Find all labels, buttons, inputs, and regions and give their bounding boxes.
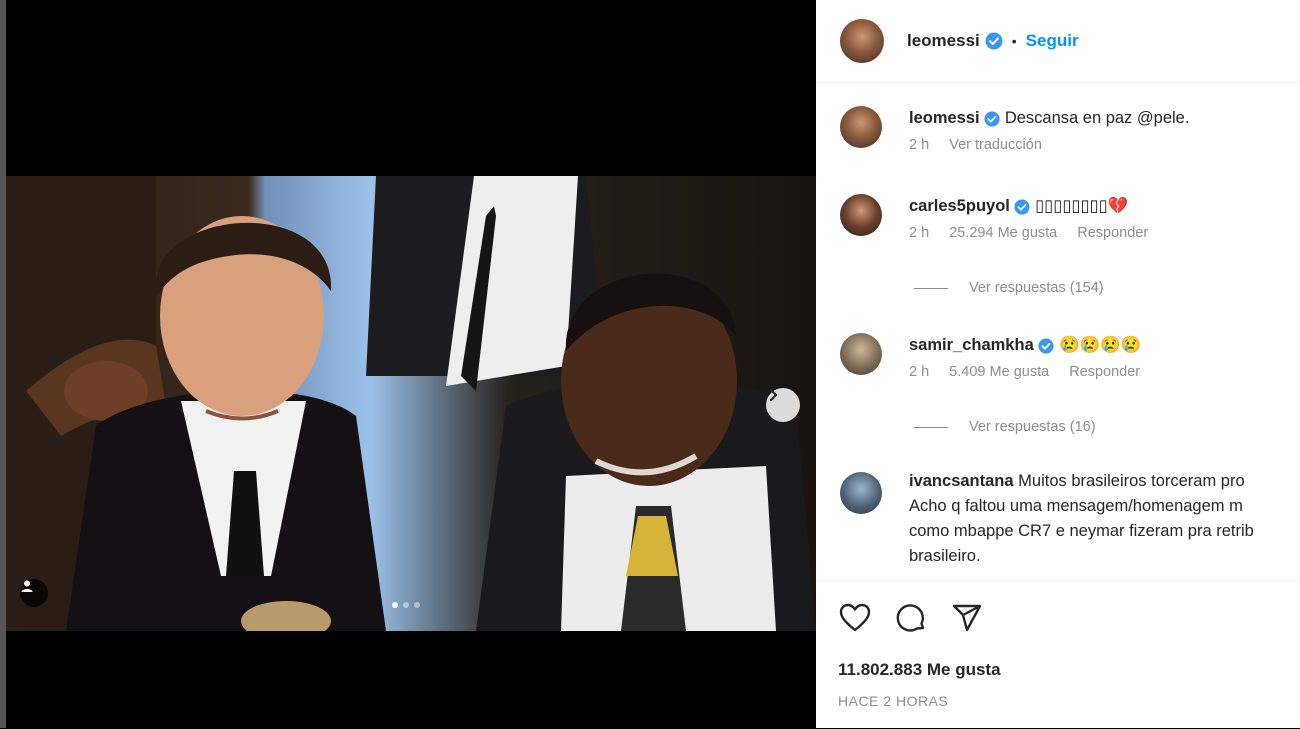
photo-illustration — [6, 176, 816, 631]
comment-meta: 2 h 5.409 Me gusta Responder — [909, 364, 1300, 380]
comment-text-line: brasileiro. — [909, 547, 981, 565]
avatar[interactable] — [840, 472, 882, 514]
comment-username[interactable]: samir_chamkha — [909, 336, 1034, 354]
avatar[interactable] — [840, 194, 882, 236]
comment-text: Muitos brasileiros torceram pro — [1018, 472, 1245, 490]
comment-button[interactable] — [894, 601, 928, 635]
comment-username[interactable]: leomessi — [909, 109, 980, 127]
view-replies-label: Ver respuestas (16) — [969, 419, 1096, 435]
share-icon — [952, 604, 982, 632]
chevron-right-icon — [769, 388, 778, 402]
comments-list: leomessi Descansa en paz @pele. 2 h Ver … — [816, 83, 1300, 579]
follow-button[interactable]: Seguir — [1026, 31, 1079, 51]
replies-divider — [914, 426, 948, 428]
comment-time: 2 h — [909, 225, 930, 241]
like-button[interactable] — [838, 601, 872, 635]
comment-text: 😢😢😢😢 — [1058, 336, 1142, 354]
post-media — [6, 0, 816, 728]
comment-time: 2 h — [909, 364, 930, 380]
comment-likes[interactable]: 5.409 Me gusta — [949, 364, 1049, 380]
carousel-dot — [403, 602, 409, 608]
avatar[interactable] — [840, 106, 882, 148]
carousel-dot — [392, 602, 398, 608]
comment-likes[interactable]: 25.294 Me gusta — [949, 225, 1057, 241]
comment-text-line: Acho q faltou uma mensagem/homenagem m — [909, 497, 1243, 515]
view-replies-label: Ver respuestas (154) — [969, 280, 1104, 296]
avatar[interactable] — [840, 19, 884, 63]
carousel-next-button[interactable] — [766, 388, 800, 422]
comment-time: 2 h — [909, 137, 930, 153]
verified-badge-icon — [1014, 199, 1031, 215]
view-replies-button[interactable]: Ver respuestas (16) — [914, 419, 1096, 435]
reply-button[interactable]: Responder — [1069, 364, 1140, 380]
avatar[interactable] — [840, 333, 882, 375]
user-tag-icon — [21, 580, 33, 592]
comment-meta: 2 h 25.294 Me gusta Responder — [909, 225, 1300, 241]
comment-text-line: carles5puyol ▯▯▯▯▯▯▯▯💔 — [909, 194, 1300, 219]
comment-text: Descansa en paz @pele. — [1004, 109, 1190, 127]
likes-count[interactable]: 11.802.883 Me gusta — [838, 660, 1001, 680]
comment-text-line: samir_chamkha 😢😢😢😢 — [909, 333, 1300, 358]
caption-text: leomessi Descansa en paz @pele. — [909, 106, 1300, 131]
comment-icon — [896, 604, 925, 632]
header-separator: • — [1011, 33, 1017, 49]
comment-meta: 2 h Ver traducción — [909, 137, 1300, 153]
verified-badge-icon — [984, 111, 1000, 127]
comment-text-line: como mbappe CR7 e neymar fizeram pra ret… — [909, 522, 1254, 540]
share-button[interactable] — [950, 601, 984, 635]
post-timestamp: HACE 2 HORAS — [838, 693, 949, 709]
post-photo — [6, 176, 816, 631]
replies-divider — [914, 287, 948, 289]
heart-icon — [839, 603, 871, 632]
comment-username[interactable]: carles5puyol — [909, 197, 1010, 215]
comment-text-line: ivancsantana Muitos brasileiros torceram… — [909, 469, 1300, 494]
view-replies-button[interactable]: Ver respuestas (154) — [914, 280, 1104, 296]
post-side-panel: leomessi • Seguir leomessi Descansa en p… — [816, 0, 1300, 728]
comment-username[interactable]: ivancsantana — [909, 472, 1014, 490]
carousel-dot — [414, 602, 420, 608]
tagged-users-button[interactable] — [20, 579, 48, 607]
verified-badge-icon — [1038, 338, 1054, 354]
verified-badge-icon — [985, 32, 1003, 50]
header-username[interactable]: leomessi — [907, 31, 980, 51]
reply-button[interactable]: Responder — [1077, 225, 1148, 241]
carousel-indicator — [392, 602, 420, 608]
comment-text: ▯▯▯▯▯▯▯▯💔 — [1035, 197, 1129, 215]
post-header: leomessi • Seguir — [816, 0, 1300, 83]
post-actions: 11.802.883 Me gusta HACE 2 HORAS — [816, 580, 1300, 729]
see-translation-button[interactable]: Ver traducción — [949, 137, 1042, 153]
